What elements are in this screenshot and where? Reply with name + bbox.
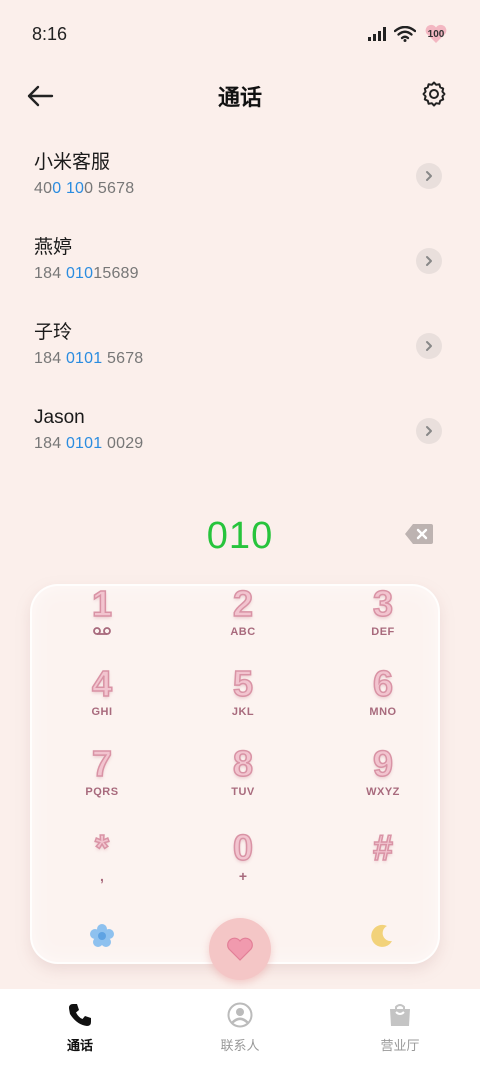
- signal-icon: [368, 27, 386, 41]
- nav-label: 通话: [66, 1038, 93, 1053]
- key-letters: WXYZ: [366, 786, 400, 798]
- chevron-right-icon: [426, 341, 432, 351]
- contact-item[interactable]: Jason 184 0101 0029: [0, 388, 480, 473]
- key-letters: MNO: [369, 706, 397, 718]
- key-8[interactable]: 8 TUV: [183, 743, 303, 816]
- contact-item[interactable]: 燕婷 184 01015689: [0, 218, 480, 303]
- contact-name: 子玲: [34, 322, 73, 343]
- key-1[interactable]: 1: [42, 583, 162, 656]
- key-digit: 4: [91, 663, 113, 704]
- bag-icon: [386, 1001, 414, 1029]
- nav-item-calls[interactable]: 通话: [0, 989, 160, 1067]
- key-letters: DEF: [371, 626, 395, 638]
- key-letters: GHI: [91, 706, 113, 718]
- page-title: 通话: [217, 85, 262, 110]
- status-icons: 100: [368, 24, 448, 44]
- key-7[interactable]: 7 PQRS: [42, 743, 162, 816]
- key-6[interactable]: 6 MNO: [323, 663, 443, 736]
- contact-item[interactable]: 子玲 184 0101 5678: [0, 303, 480, 388]
- contact-name: Jason: [34, 407, 85, 428]
- chevron-right-icon: [426, 426, 432, 436]
- number-part: 184: [34, 435, 66, 452]
- chevron-right-icon: [426, 256, 432, 266]
- key-digit: 2: [232, 583, 254, 624]
- number-match: 010: [65, 265, 94, 282]
- contact-name: 小米客服: [34, 152, 111, 173]
- nav-item-contacts[interactable]: 联系人: [160, 989, 320, 1067]
- number-match: 0101: [65, 435, 103, 452]
- person-icon: [226, 1001, 254, 1029]
- key-digit: 5: [232, 663, 254, 704]
- key-letters: ABC: [230, 626, 256, 638]
- key-digit: 6: [372, 663, 394, 704]
- key-digit: 9: [372, 743, 394, 784]
- key-sub: ,: [100, 868, 104, 884]
- key-2[interactable]: 2 ABC: [183, 583, 303, 656]
- moon-button[interactable]: [364, 918, 400, 954]
- number-part: 15689: [93, 265, 139, 282]
- contact-detail-button[interactable]: [416, 163, 442, 189]
- phone-icon: [66, 1001, 94, 1029]
- number-part: 5678: [102, 350, 144, 367]
- contact-number: 400 100 5678: [34, 179, 480, 199]
- nav-item-store[interactable]: 营业厅: [320, 989, 480, 1067]
- contact-item[interactable]: 小米客服 400 100 5678: [0, 133, 480, 218]
- bottom-nav: 通话 联系人 营业厅: [0, 989, 480, 1067]
- number-part: 0 5678: [84, 180, 135, 197]
- key-digit: 1: [91, 583, 113, 624]
- key-5[interactable]: 5 JKL: [183, 663, 303, 736]
- wifi-icon: [394, 26, 416, 42]
- nav-label: 营业厅: [380, 1038, 420, 1053]
- key-digit: *: [94, 827, 110, 868]
- key-hash[interactable]: #: [323, 827, 443, 900]
- star-flower-button[interactable]: [84, 918, 120, 954]
- contact-detail-button[interactable]: [416, 333, 442, 359]
- number-match: 0101: [65, 350, 103, 367]
- contact-number: 184 0101 5678: [34, 349, 480, 369]
- dialed-number: 010: [206, 515, 274, 557]
- heart-icon: [227, 937, 253, 961]
- chevron-right-icon: [426, 171, 432, 181]
- key-digit: 7: [91, 743, 113, 784]
- contact-name: 燕婷: [34, 237, 73, 258]
- back-arrow-icon[interactable]: [24, 80, 56, 112]
- contact-detail-button[interactable]: [416, 418, 442, 444]
- status-time: 8:16: [32, 23, 68, 44]
- key-star[interactable]: * ,: [42, 827, 162, 900]
- number-part: 0029: [102, 435, 144, 452]
- number-part: 184: [34, 265, 66, 282]
- key-9[interactable]: 9 WXYZ: [323, 743, 443, 816]
- battery-indicator: 100: [424, 24, 448, 44]
- call-button[interactable]: [209, 918, 271, 980]
- number-part: 184: [34, 350, 66, 367]
- key-4[interactable]: 4 GHI: [42, 663, 162, 736]
- voicemail-icon: [93, 627, 111, 635]
- key-digit: 3: [372, 583, 394, 624]
- contact-number: 184 0101 0029: [34, 434, 480, 454]
- battery-level: 100: [427, 28, 445, 40]
- status-bar: 8:16 100: [0, 0, 480, 68]
- gear-icon[interactable]: [420, 80, 448, 108]
- number-part: 40: [34, 180, 53, 197]
- key-3[interactable]: 3 DEF: [323, 583, 443, 656]
- key-letters: JKL: [231, 706, 255, 718]
- key-digit: 8: [232, 743, 254, 784]
- nav-label: 联系人: [220, 1038, 260, 1053]
- contact-number: 184 01015689: [34, 264, 480, 284]
- key-0[interactable]: 0 +: [183, 827, 303, 900]
- keypad: 1 2 ABC 3 DEF 4 GHI 5 JKL 6 MNO 7 PQRS 8…: [30, 584, 440, 964]
- dial-display: 010: [0, 510, 480, 562]
- number-match: 0 10: [52, 180, 85, 197]
- header: 通话: [0, 68, 480, 124]
- key-digit: #: [372, 827, 394, 868]
- flower-icon: [90, 924, 114, 947]
- key-digit: 0: [232, 827, 254, 868]
- contact-list: 小米客服 400 100 5678 燕婷 184 01015689 子玲 184…: [0, 133, 480, 473]
- key-letters: PQRS: [85, 786, 119, 798]
- key-letters: TUV: [231, 786, 255, 798]
- contact-detail-button[interactable]: [416, 248, 442, 274]
- moon-icon: [371, 924, 392, 947]
- key-sub: +: [238, 868, 248, 884]
- backspace-icon[interactable]: [404, 523, 434, 545]
